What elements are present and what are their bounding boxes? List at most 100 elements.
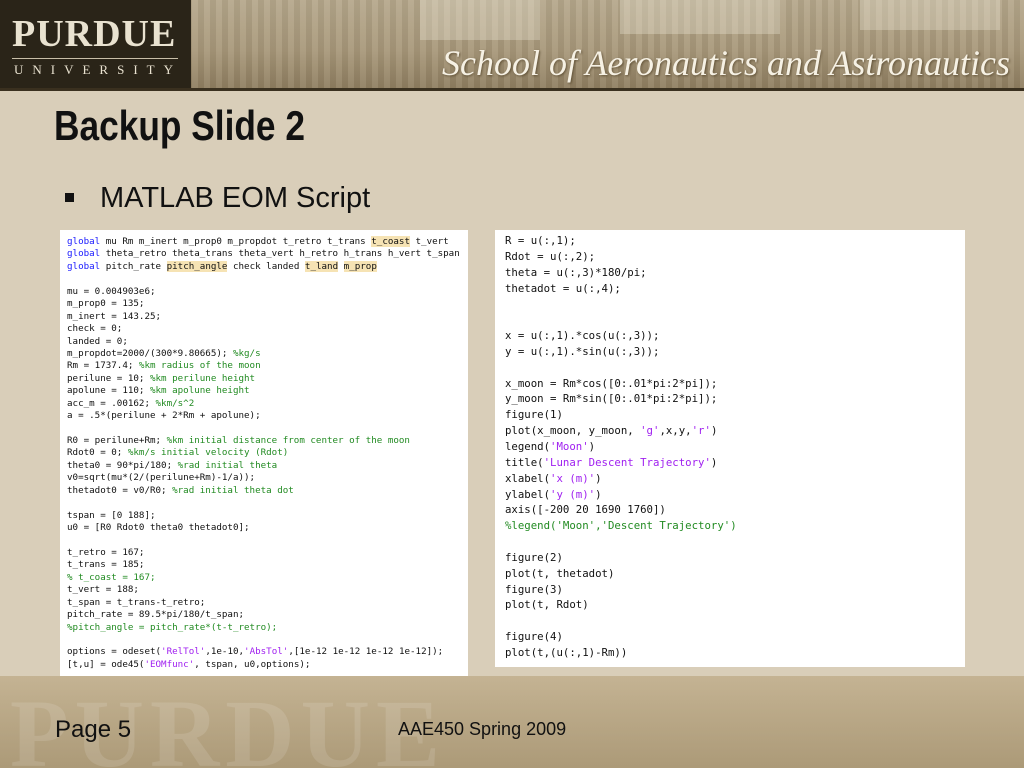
- campus-photo-background: [420, 0, 540, 40]
- code-line: tspan = [0 188];: [67, 510, 468, 522]
- code-token: t_vert = 188;: [67, 584, 139, 596]
- code-token: tspan = [0 188];: [67, 509, 156, 521]
- code-token: t_coast: [371, 236, 410, 247]
- code-line: global theta_retro theta_trans theta_ver…: [67, 248, 468, 260]
- code-token: t_trans = 185;: [67, 559, 145, 571]
- code-token: x_moon = Rm*cos([0:.01*pi:2*pi]);: [505, 376, 718, 390]
- code-line: legend('Moon'): [505, 439, 965, 455]
- code-line: pitch_rate = 89.5*pi/180/t_span;: [67, 609, 468, 621]
- code-line: global mu Rm m_inert m_prop0 m_propdot t…: [67, 236, 468, 248]
- code-line: figure(2): [505, 550, 965, 566]
- code-token: 'AbsTol': [244, 646, 289, 658]
- code-line: Rdot = u(:,2);: [505, 249, 965, 265]
- code-token: x = u(:,1).*cos(u(:,3));: [505, 329, 660, 343]
- code-line: x_moon = Rm*cos([0:.01*pi:2*pi]);: [505, 376, 965, 392]
- code-line: figure(4): [505, 629, 965, 645]
- code-line: axis([-200 20 1690 1760]): [505, 502, 965, 518]
- code-token: Rm = 1737.4;: [67, 360, 139, 372]
- code-token: check landed: [227, 260, 305, 272]
- code-line: Rm = 1737.4; %km radius of the moon: [67, 360, 468, 372]
- code-token: thetadot = u(:,4);: [505, 281, 621, 295]
- code-token: ylabel(: [505, 487, 551, 501]
- code-line: m_inert = 143.25;: [67, 311, 468, 323]
- code-line: %legend('Moon','Descent Trajectory'): [505, 518, 965, 534]
- slide-header: PURDUE UNIVERSITY School of Aeronautics …: [0, 0, 1024, 91]
- code-token: plot(t, thetadot): [505, 566, 615, 580]
- code-token: perilune = 10;: [67, 372, 150, 384]
- logo-divider: [12, 58, 178, 59]
- code-line: apolune = 110; %km apolune height: [67, 385, 468, 397]
- code-line: x = u(:,1).*cos(u(:,3));: [505, 328, 965, 344]
- code-token: %km initial distance from center of the …: [166, 435, 410, 446]
- code-listing-right: R = u(:,1); Rdot = u(:,2); theta = u(:,3)*…: [495, 230, 965, 667]
- code-token: figure(2): [505, 550, 563, 564]
- code-token: mu Rm m_inert m_prop0 m_propdot t_retro …: [100, 236, 372, 247]
- code-token: theta_retro theta_trans theta_vert h_ret…: [100, 248, 460, 260]
- code-line: t_retro = 167;: [67, 547, 468, 559]
- code-token: landed = 0;: [67, 335, 128, 347]
- campus-photo-background: [860, 0, 1000, 30]
- code-token: global: [67, 248, 101, 260]
- code-token: ): [710, 424, 718, 438]
- slide-title: Backup Slide 2: [54, 102, 305, 149]
- code-line: thetadot = u(:,4);: [505, 281, 965, 297]
- code-token: figure(4): [505, 630, 563, 644]
- code-token: t_retro = 167;: [67, 546, 145, 558]
- code-token: thetadot0 = v0/R0;: [67, 484, 173, 496]
- code-token: ,[1e-12 1e-12 1e-12 1e-12]);: [288, 646, 444, 658]
- slide-footer: PURDUE Page 5 AAE450 Spring 2009: [0, 676, 1024, 768]
- code-token: 'x (m)': [550, 471, 596, 485]
- code-token: Rdot0 = 0;: [67, 447, 128, 459]
- code-line: a = .5*(perilune + 2*Rm + apolune);: [67, 410, 468, 422]
- code-token: 'g': [640, 424, 660, 438]
- course-label: AAE450 Spring 2009: [398, 719, 567, 739]
- code-token: [t,u] = ode45(: [67, 658, 145, 670]
- code-token: %rad initial theta: [177, 459, 278, 471]
- code-token: pitch_angle: [166, 260, 228, 272]
- code-token: figure(3): [505, 582, 563, 596]
- code-line: plot(t, thetadot): [505, 566, 965, 582]
- code-token: 'EOMfunc': [144, 658, 195, 670]
- code-line: t_vert = 188;: [67, 584, 468, 596]
- code-line: Rdot0 = 0; %km/s initial velocity (Rdot): [67, 447, 468, 459]
- code-token: %kg/s: [232, 347, 261, 359]
- code-line: global pitch_rate pitch_angle check land…: [67, 260, 468, 273]
- code-token: m_prop: [343, 260, 377, 272]
- campus-photo-background: [620, 0, 780, 34]
- code-token: 'Lunar Descent Trajectory': [543, 455, 711, 469]
- code-token: Rdot = u(:,2);: [505, 249, 596, 263]
- code-line: t_trans = 185;: [67, 559, 468, 571]
- code-token: acc_m = .00162;: [67, 397, 156, 409]
- code-line: check = 0;: [67, 323, 468, 335]
- code-token: %km/s initial velocity (Rdot): [127, 447, 289, 459]
- code-token: %legend('Moon','Descent Trajectory'): [505, 519, 737, 533]
- code-line: % t_coast = 167;: [67, 572, 468, 584]
- code-token: ): [595, 487, 602, 501]
- bullet-square-icon: [65, 193, 74, 202]
- code-line: figure(3): [505, 582, 965, 598]
- code-token: ): [595, 471, 602, 485]
- code-token: y_moon = Rm*sin([0:.01*pi:2*pi]);: [505, 392, 718, 406]
- logo-subtitle: UNIVERSITY: [14, 62, 182, 77]
- code-token: t_span = t_trans-t_retro;: [67, 596, 206, 608]
- code-token: %km radius of the moon: [138, 360, 261, 372]
- code-token: title(: [505, 455, 544, 469]
- code-token: figure(1): [505, 408, 563, 422]
- code-line: y_moon = Rm*sin([0:.01*pi:2*pi]);: [505, 391, 965, 407]
- code-line: m_prop0 = 135;: [67, 298, 468, 310]
- code-token: pitch_rate = 89.5*pi/180/t_span;: [67, 609, 245, 621]
- code-line: y = u(:,1).*sin(u(:,3));: [505, 344, 965, 360]
- code-token: pitch_rate: [100, 260, 167, 272]
- code-token: global: [67, 236, 101, 247]
- code-token: m_prop0 = 135;: [67, 298, 145, 310]
- code-token: , tspan, u0,options);: [194, 658, 311, 670]
- code-token: theta = u(:,3)*180/pi;: [505, 265, 647, 279]
- code-token: R = u(:,1);: [505, 234, 576, 247]
- code-token: % t_coast = 167;: [67, 571, 156, 583]
